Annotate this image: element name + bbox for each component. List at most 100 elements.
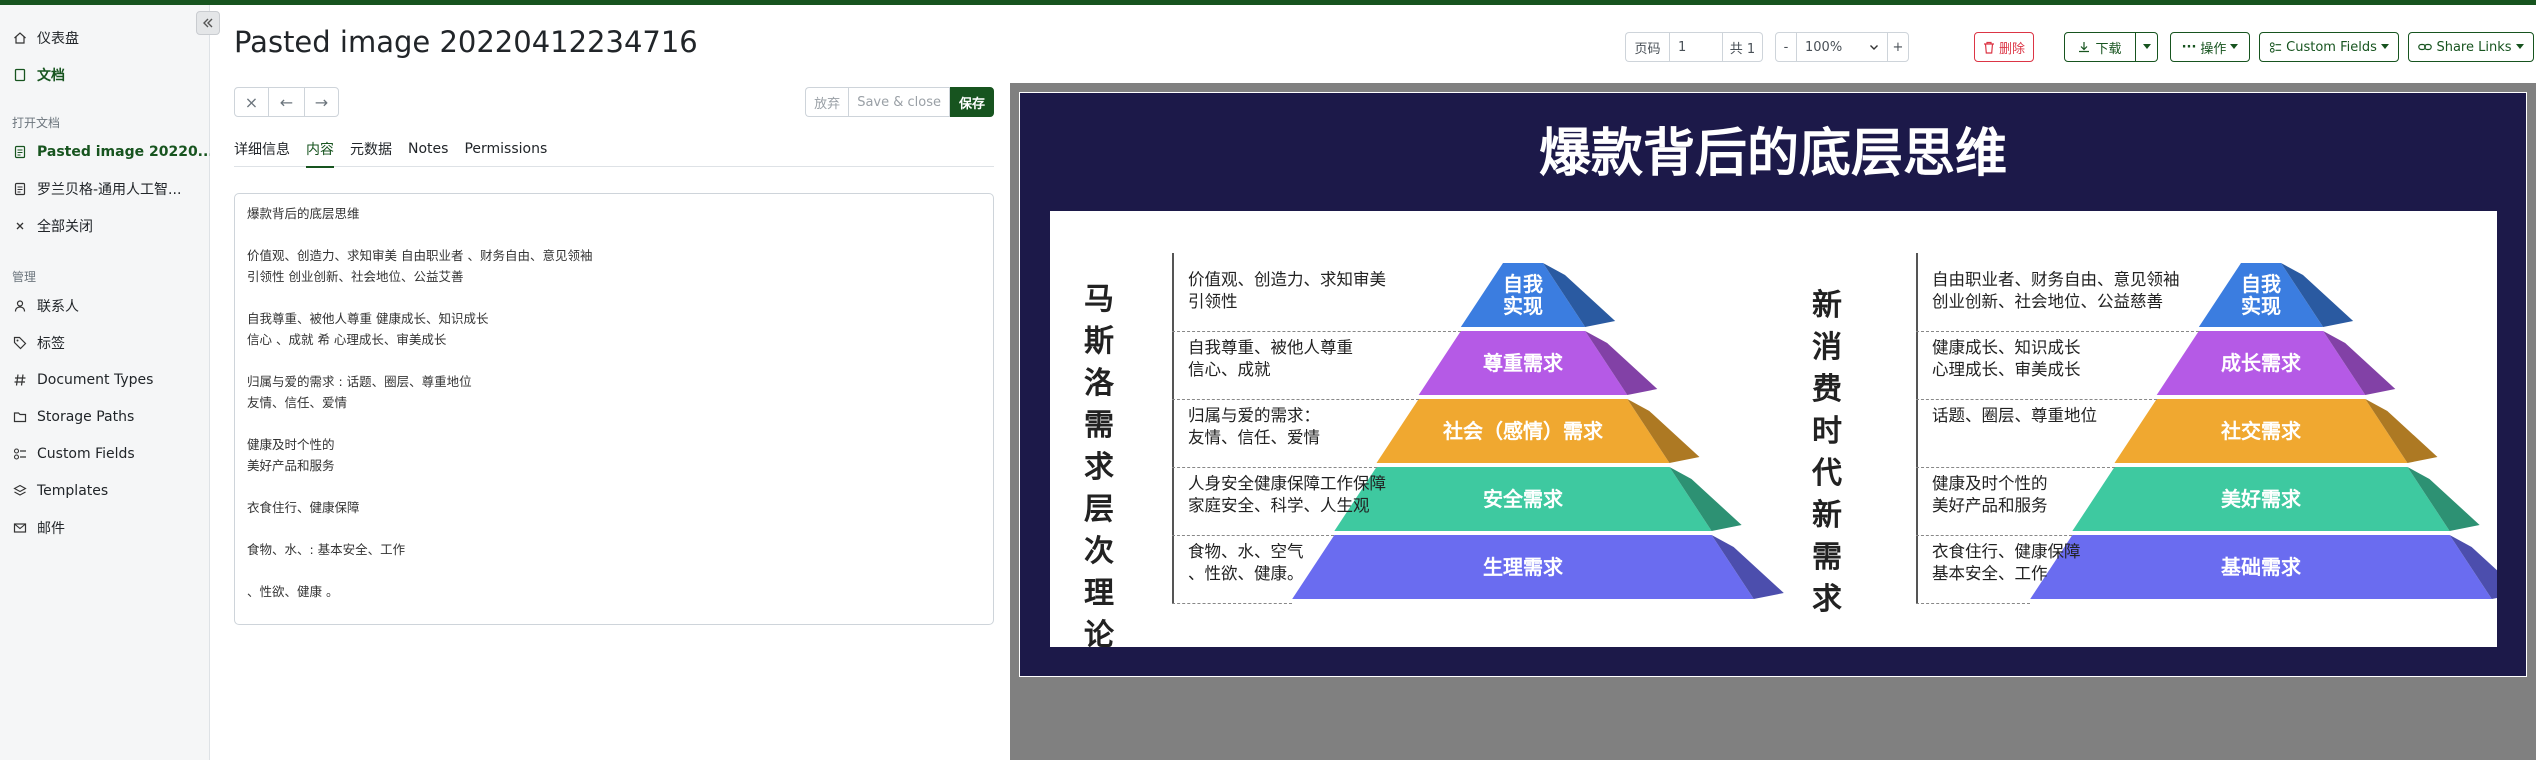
content-line: 美好产品和服务 (247, 458, 335, 473)
left-dashed-divider (1172, 331, 1461, 332)
link-icon (2418, 43, 2433, 51)
slide-title: 爆款背后的底层思维 (1538, 123, 2007, 184)
slide-body: 马斯洛需求层次理论 新消费时代新需求 价值观、创造力、求知审美 引领性 自我 实现… (1050, 211, 2497, 653)
left-level-description: 自我尊重、被他人尊重 信心、成就 (1188, 338, 1353, 379)
tab-permissions[interactable]: Permissions (464, 131, 547, 167)
right-bracket-line (1916, 253, 1918, 603)
page-label: 页码 (1625, 32, 1669, 62)
caret-down-icon (2230, 44, 2239, 49)
discard-button[interactable]: 放弃 (805, 87, 849, 117)
zoom-in-button[interactable]: + (1887, 32, 1909, 62)
right-dashed-divider (1916, 535, 2073, 536)
actions-label: 操作 (2200, 41, 2227, 57)
sidebar-item-document-types[interactable]: Document Types (0, 361, 210, 398)
tab-content[interactable]: 内容 (306, 131, 334, 168)
page-number-input[interactable]: 1 (1669, 32, 1723, 62)
content-line: 爆款背后的底层思维 (247, 206, 360, 221)
left-level-label: 社会（感情）需求 (1443, 419, 1603, 443)
content-line (247, 224, 981, 245)
file-text-icon (12, 144, 28, 160)
zoom-out-button[interactable]: - (1775, 32, 1797, 62)
custom-fields-dropdown[interactable]: Custom Fields (2259, 32, 2399, 62)
delete-label: 删除 (1999, 41, 2026, 57)
content-line (247, 287, 981, 308)
left-level-description: 食物、水、空气 、性欲、健康。 (1188, 542, 1304, 583)
content-line (247, 413, 981, 434)
save-close-button[interactable]: Save & close (848, 87, 950, 117)
three-dots-icon: ··· (2181, 39, 2197, 55)
right-dashed-divider (1916, 399, 2157, 400)
open-documents-heading: 打开文档 (12, 115, 61, 130)
next-document-button[interactable]: → (304, 87, 339, 117)
document-tabs: 详细信息 内容 元数据 Notes Permissions (234, 131, 994, 168)
close-all-button[interactable]: 全部关闭 (0, 207, 210, 244)
close-icon (12, 218, 28, 234)
content-line: 食物、水、: 基本安全、工作 (247, 542, 406, 557)
content-textarea[interactable]: 爆款背后的底层思维 价值观、创造力、求知审美 自由职业者 、财务自由、意见领袖 引领… (234, 193, 994, 625)
left-level-description: 归属与爱的需求： 友情、信任、爱情 (1188, 406, 1320, 447)
content-line: 引领性 创业创新、社会地位、公益艾善 (247, 269, 464, 284)
left-dashed-divider (1172, 399, 1419, 400)
share-links-label: Share Links (2436, 39, 2512, 55)
left-dashed-divider (1172, 603, 1293, 604)
sidebar-item-label: 文档 (37, 67, 65, 84)
actions-dropdown[interactable]: ··· 操作 (2170, 32, 2250, 62)
close-document-button[interactable]: × (234, 87, 269, 117)
sidebar-item-tags[interactable]: 标签 (0, 324, 210, 361)
sidebar-item-documents[interactable]: 文档 (0, 56, 210, 93)
download-label: 下载 (2095, 41, 2122, 57)
right-level-label: 美好需求 (2221, 487, 2301, 511)
preview-image: 爆款背后的底层思维 马斯洛需求层次理论 新消费时代新需求 价值观、创造力、求知审… (1019, 92, 2527, 677)
manage-heading: 管理 (12, 269, 37, 284)
sidebar-item-mail[interactable]: 邮件 (0, 509, 210, 546)
tab-details[interactable]: 详细信息 (234, 131, 290, 167)
caret-down-icon (2380, 44, 2389, 49)
page-total: 共 1 (1723, 32, 1763, 62)
content-line: 归属与爱的需求 : 话题、圈层、尊重地位 (247, 374, 472, 389)
house-icon (12, 30, 28, 46)
download-button[interactable]: 下载 (2064, 32, 2136, 62)
person-icon (12, 298, 28, 314)
open-doc-item[interactable]: Pasted image 20220... (0, 133, 210, 170)
delete-button[interactable]: 删除 (1974, 32, 2035, 62)
sidebar-item-templates[interactable]: Templates (0, 472, 210, 509)
previous-document-button[interactable]: ← (269, 87, 304, 117)
right-level-label: 基础需求 (2221, 555, 2301, 579)
right-dashed-divider (1916, 331, 2199, 332)
content-line: 友情、信任、爱情 (247, 395, 348, 410)
left-dashed-divider (1172, 467, 1377, 468)
content-line (247, 560, 981, 581)
ui-radios-icon (12, 446, 28, 462)
sidebar: 仪表盘 文档 打开文档 Pasted image 20220... 罗兰贝格-通… (0, 5, 220, 760)
left-level-label: 自我 实现 (1503, 272, 1543, 318)
left-level-description: 价值观、创造力、求知审美 引领性 (1188, 270, 1386, 311)
right-level-description: 健康及时个性的 美好产品和服务 (1932, 474, 2048, 515)
sidebar-item-dashboard[interactable]: 仪表盘 (0, 19, 210, 56)
content-line (247, 476, 981, 497)
sidebar-item-storage-paths[interactable]: Storage Paths (0, 398, 210, 435)
sidebar-item-correspondents[interactable]: 联系人 (0, 287, 210, 324)
content-line: 衣食住行、健康保障 (247, 500, 360, 515)
save-button[interactable]: 保存 (949, 87, 994, 117)
sidebar-item-custom-fields[interactable]: Custom Fields (0, 435, 210, 472)
left-dashed-divider (1172, 535, 1335, 536)
content-line: 健康及时个性的 (247, 437, 335, 452)
sidebar-item-label: Storage Paths (37, 408, 135, 425)
tab-metadata[interactable]: 元数据 (350, 131, 392, 167)
zoom-control: - 100% + (1775, 32, 1909, 62)
left-level-label: 尊重需求 (1483, 351, 1563, 375)
open-doc-item[interactable]: 罗兰贝格-通用人工智... (0, 170, 210, 207)
sidebar-item-label: Document Types (37, 371, 154, 388)
right-level-description: 健康成长、知识成长 心理成长、审美成长 (1932, 338, 2081, 379)
tab-notes[interactable]: Notes (408, 131, 448, 167)
document-preview[interactable]: 爆款背后的底层思维 马斯洛需求层次理论 新消费时代新需求 价值观、创造力、求知审… (1010, 83, 2536, 760)
share-links-dropdown[interactable]: Share Links (2408, 32, 2534, 62)
left-level-label: 生理需求 (1483, 555, 1563, 579)
zoom-select[interactable]: 100% (1797, 32, 1887, 62)
download-dropdown-toggle[interactable] (2136, 32, 2158, 62)
hash-icon (12, 372, 28, 388)
left-bracket-line (1172, 253, 1174, 603)
open-doc-label: 罗兰贝格-通用人工智... (37, 181, 182, 198)
sidebar-item-label: Templates (37, 482, 109, 499)
folder-icon (12, 409, 28, 425)
